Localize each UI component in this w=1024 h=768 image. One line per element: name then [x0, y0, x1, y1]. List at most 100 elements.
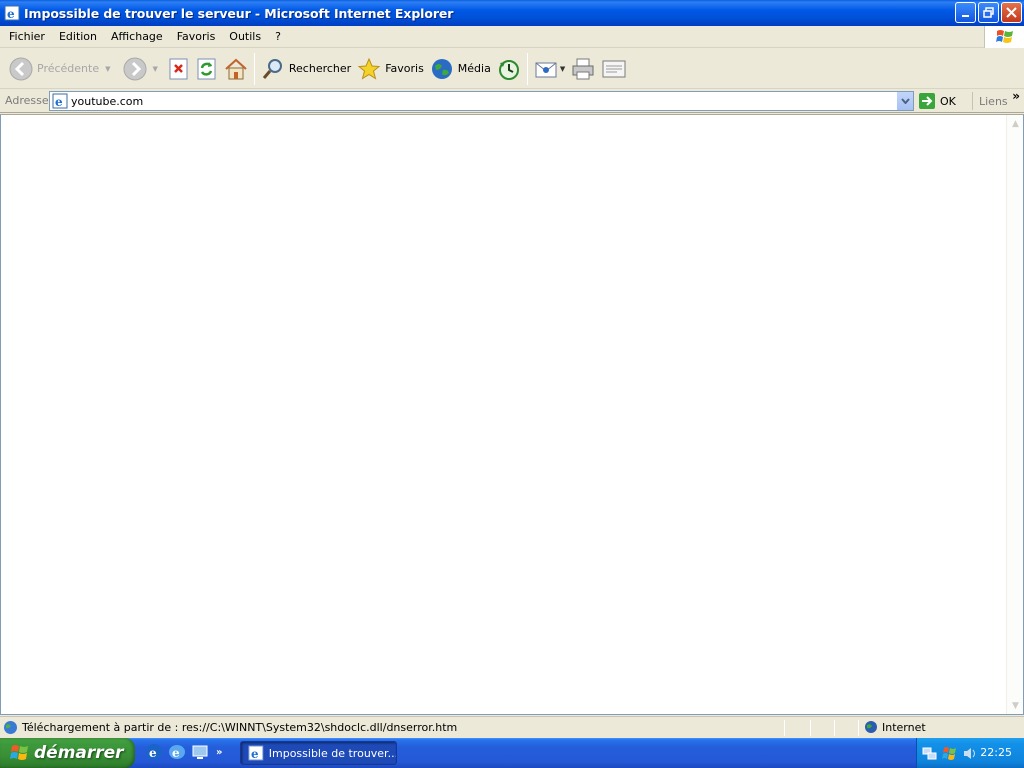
mail-button[interactable]: ▼ [531, 52, 568, 86]
status-separator [834, 720, 835, 736]
menu-view[interactable]: Affichage [104, 27, 170, 47]
menu-tools[interactable]: Outils [222, 27, 268, 47]
status-separator [810, 720, 811, 736]
edit-page-icon [602, 60, 626, 77]
close-icon [1006, 7, 1017, 18]
vertical-scrollbar[interactable]: ▲ ▼ [1006, 115, 1023, 714]
window-title: Impossible de trouver le serveur - Micro… [24, 5, 454, 21]
media-label: Média [457, 62, 491, 75]
windows-flag-icon [10, 745, 28, 760]
back-dropdown-icon: ▼ [105, 64, 111, 73]
links-label: Liens [979, 94, 1008, 108]
search-button[interactable]: Rechercher [258, 52, 354, 86]
mail-dropdown-icon: ▼ [559, 64, 566, 73]
restore-button[interactable] [978, 2, 999, 23]
search-icon [262, 58, 282, 79]
clock[interactable]: 22:25 [980, 746, 1012, 759]
start-button[interactable]: démarrer [0, 738, 135, 768]
address-input[interactable]: e youtube.com [49, 91, 914, 111]
menu-bar: Fichier Edition Affichage Favoris Outils… [0, 26, 1024, 48]
search-label: Rechercher [288, 62, 352, 75]
windows-logo [984, 26, 1024, 48]
status-bar: Téléchargement à partir de : res://C:\WI… [0, 716, 1024, 738]
title-bar: e Impossible de trouver le serveur - Mic… [0, 0, 1024, 26]
toolbar-chevron-icon[interactable]: » [1012, 89, 1020, 103]
stop-icon [169, 58, 188, 79]
volume-icon[interactable] [962, 746, 977, 761]
go-label: OK [940, 94, 956, 108]
back-label: Précédente [37, 62, 100, 75]
ie-browser-quicklaunch-icon[interactable]: e [168, 743, 186, 761]
svg-text:e: e [149, 746, 157, 760]
system-tray: 22:25 [916, 738, 1024, 768]
security-zone: Internet [864, 720, 926, 734]
forward-button[interactable]: ▼ [120, 52, 161, 86]
refresh-button[interactable] [193, 52, 221, 86]
scroll-down-arrow-icon[interactable]: ▼ [1007, 697, 1024, 714]
back-button[interactable]: Précédente ▼ [6, 52, 114, 86]
address-label: Adresse [5, 94, 49, 107]
internet-explorer-icon: e [4, 5, 20, 21]
menu-favorites[interactable]: Favoris [170, 27, 223, 47]
history-button[interactable] [494, 52, 524, 86]
taskbar-window-label: Impossible de trouver... [268, 746, 396, 760]
network-icon[interactable] [922, 746, 937, 761]
mail-envelope-icon [535, 62, 557, 77]
refresh-icon [197, 58, 216, 79]
favorites-star-icon [357, 57, 381, 80]
start-label: démarrer [34, 743, 124, 763]
address-dropdown-button[interactable] [896, 92, 913, 110]
windows-flag-icon [995, 30, 1013, 43]
quick-launch: e e » [145, 743, 222, 761]
go-button[interactable]: OK [918, 91, 956, 111]
restore-icon [983, 7, 994, 18]
go-arrow-icon [919, 93, 935, 109]
close-button[interactable] [1001, 2, 1022, 23]
media-button[interactable]: Média [427, 52, 494, 86]
ie-window-icon: e [248, 745, 264, 761]
forward-arrow-icon [123, 57, 146, 80]
page-content[interactable]: ▲ ▼ [0, 114, 1024, 715]
menu-edit[interactable]: Edition [52, 27, 104, 47]
show-desktop-icon[interactable] [191, 743, 209, 761]
ie-quicklaunch-icon[interactable]: e [145, 743, 163, 761]
back-arrow-icon [9, 57, 33, 80]
quicklaunch-chevron-icon[interactable]: » [216, 747, 222, 758]
taskbar-window-button[interactable]: e Impossible de trouver... [240, 741, 397, 765]
home-button[interactable] [221, 52, 251, 86]
taskbar: démarrer e e » e Impossible de trouver..… [0, 738, 1024, 768]
favorites-button[interactable]: Favoris [354, 52, 427, 86]
status-separator [784, 720, 785, 736]
security-shield-icon[interactable] [942, 746, 957, 761]
svg-text:e: e [251, 747, 259, 761]
address-bar: Adresse e youtube.com OK Liens » [0, 89, 1024, 113]
standard-toolbar: Précédente ▼ ▼ Rechercher Favoris Média … [0, 49, 1024, 89]
menu-file[interactable]: Fichier [2, 27, 52, 47]
favorites-label: Favoris [385, 62, 424, 75]
zone-label: Internet [882, 720, 926, 734]
scroll-up-arrow-icon[interactable]: ▲ [1007, 115, 1024, 132]
status-separator [858, 720, 859, 736]
forward-dropdown-icon: ▼ [152, 64, 158, 73]
svg-text:e: e [7, 7, 15, 21]
menu-help[interactable]: ? [268, 27, 288, 47]
stop-button[interactable] [165, 52, 193, 86]
toolbar-separator [526, 52, 528, 85]
loading-globe-icon [4, 721, 17, 734]
edit-button[interactable] [598, 52, 630, 86]
print-button[interactable] [568, 52, 598, 86]
printer-icon [572, 58, 594, 79]
toolbar-separator [253, 52, 255, 85]
svg-text:e: e [55, 95, 63, 109]
home-icon [225, 58, 247, 79]
page-icon: e [52, 93, 68, 109]
links-toolbar[interactable]: Liens [972, 92, 1008, 110]
chevron-down-icon [900, 98, 910, 104]
svg-text:e: e [172, 746, 180, 760]
address-url[interactable]: youtube.com [71, 95, 143, 108]
media-globe-icon [431, 58, 452, 79]
internet-zone-globe-icon [865, 721, 877, 733]
minimize-button[interactable] [955, 2, 976, 23]
status-text: Téléchargement à partir de : res://C:\WI… [22, 721, 458, 734]
history-clock-icon [498, 59, 519, 80]
